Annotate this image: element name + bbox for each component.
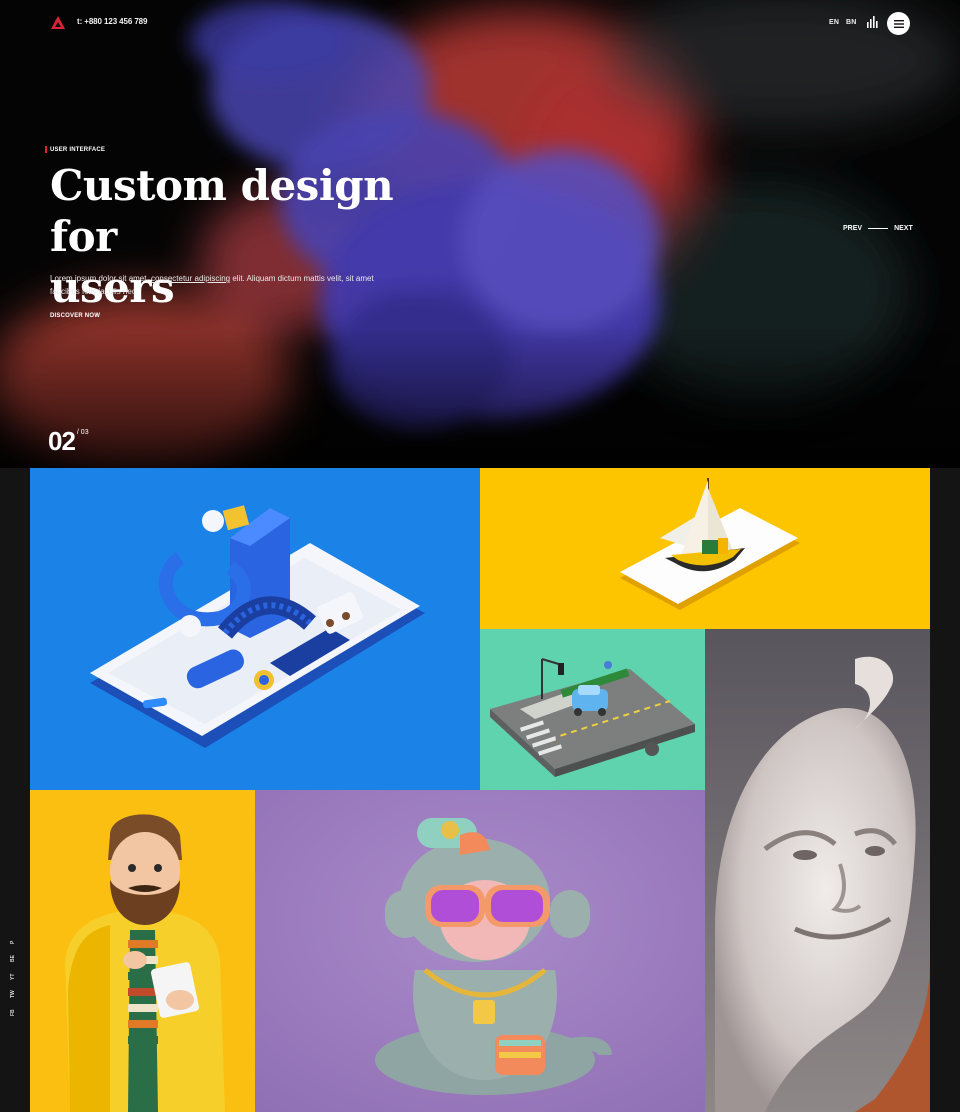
lang-bn-link[interactable]: BN xyxy=(846,19,857,26)
portfolio-item-phone-machine[interactable] xyxy=(30,468,480,790)
slider-nav: PREV NEXT xyxy=(843,225,913,232)
social-twitter-link[interactable]: TW xyxy=(10,990,16,998)
description-link[interactable]: consectetur adipiscing xyxy=(151,274,230,283)
slide-category-label: USER INTERFACE xyxy=(50,146,106,153)
site-header: t: +880 123 456 789 EN BN xyxy=(0,0,960,46)
social-behance-link[interactable]: BE xyxy=(10,955,16,962)
social-youtube-link[interactable]: YT xyxy=(10,974,16,980)
slide-title-line1: Custom design for xyxy=(50,161,394,261)
slide-total: / 03 xyxy=(76,429,89,436)
isometric-phone-image xyxy=(90,505,425,748)
next-button[interactable]: NEXT xyxy=(894,225,913,232)
slide-counter: 02/ 03 xyxy=(48,426,89,457)
discover-now-link[interactable]: DISCOVER NOW xyxy=(50,313,100,319)
prev-button[interactable]: PREV xyxy=(843,225,862,232)
slide-category: USER INTERFACE xyxy=(45,146,105,153)
social-facebook-link[interactable]: FB xyxy=(10,1009,16,1016)
portfolio-item-boat-phone[interactable] xyxy=(480,468,930,629)
portfolio-item-bearded-man[interactable] xyxy=(30,790,255,1112)
bearded-man-image xyxy=(30,790,255,1112)
description-text-start: Lorem ipsum dolor sit amet, xyxy=(50,274,151,283)
slide-description: Lorem ipsum dolor sit amet, consectetur … xyxy=(50,272,390,298)
social-pinterest-link[interactable]: P xyxy=(10,941,16,944)
portfolio-item-crossroad[interactable] xyxy=(480,629,705,790)
social-links: FB TW YT BE P xyxy=(0,930,30,1020)
hero-slider: t: +880 123 456 789 EN BN USER INTERFACE… xyxy=(0,0,960,468)
isometric-street-image xyxy=(490,658,695,777)
bar-chart-icon[interactable] xyxy=(866,16,878,28)
clay-face-image xyxy=(705,629,930,1112)
nav-divider xyxy=(868,228,889,229)
lang-en-link[interactable]: EN xyxy=(829,19,839,26)
menu-button[interactable] xyxy=(887,12,910,35)
portfolio-item-sculpted-face[interactable] xyxy=(705,629,930,1112)
accent-bar xyxy=(45,146,47,153)
hamburger-menu-icon xyxy=(893,19,904,28)
phone-number[interactable]: t: +880 123 456 789 xyxy=(77,17,147,26)
isometric-boat-image xyxy=(620,478,800,610)
portfolio-item-monkey[interactable] xyxy=(255,790,705,1112)
slide-current: 02 xyxy=(48,426,76,456)
triangle-logo-icon[interactable] xyxy=(50,15,66,31)
monkey-sunglasses-image xyxy=(255,790,705,1112)
